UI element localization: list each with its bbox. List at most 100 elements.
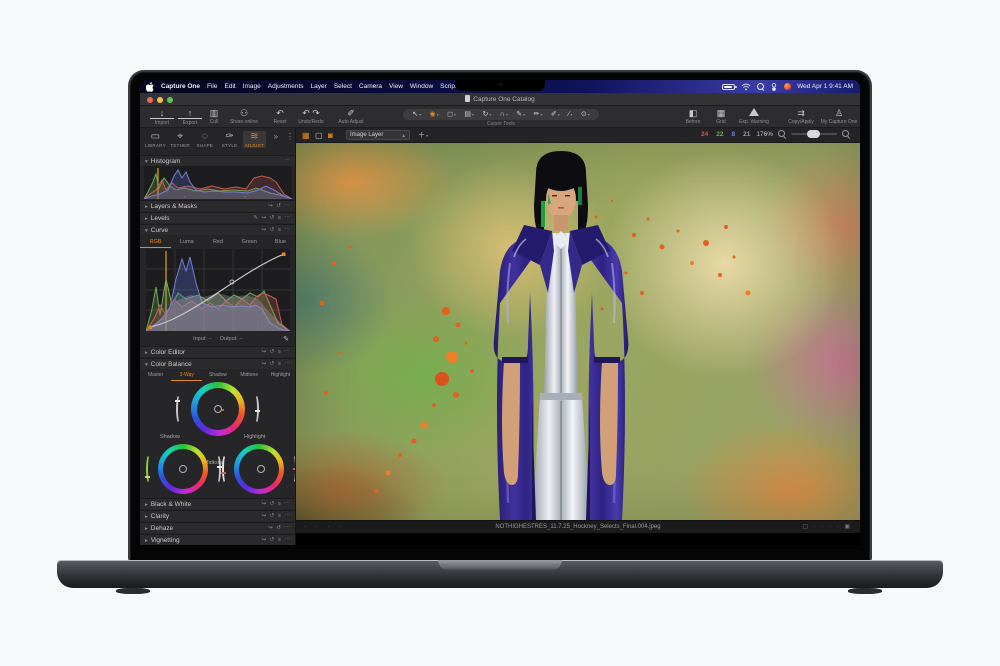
curve-tab-red[interactable]: Red [202,236,233,248]
midtone-color-wheel[interactable] [191,382,245,436]
dehaze-tools[interactable]: ↪ ↺ ⋯ [268,523,291,534]
my-capture-one-button[interactable]: ♙ My Capture One [818,108,860,125]
more-tabs-chevron[interactable]: » [268,131,284,143]
cull-button[interactable]: ▥ Cull [204,108,224,125]
menu-file[interactable]: File [207,80,217,93]
layer-selector[interactable]: Image Layer▲▼ [346,130,410,140]
cb-tab-master[interactable]: Master [140,370,171,381]
shadow-saturation-slider[interactable] [146,454,153,484]
menu-adjustments[interactable]: Adjustments [268,80,304,93]
before-toggle[interactable]: ◧ Before [678,108,708,125]
cb-tab-highlight[interactable]: Highlight [265,370,296,381]
filmstrip-nav-icons[interactable]: · · · · [304,521,345,534]
menu-layer[interactable]: Layer [311,80,327,93]
section-histogram[interactable]: ▾Histogram ⋯ [140,155,296,166]
keystone-tool[interactable]: ∩▾ [500,109,508,120]
menu-edit[interactable]: Edit [225,80,236,93]
curve-tab-blue[interactable]: Blue [265,236,296,248]
clarity-tools[interactable]: ↪ ↺ ≡ ⋯ [261,511,291,522]
section-layers-masks[interactable]: ▸Layers & Masks ↪ ↺ ⋯ [140,200,296,211]
pan-tool[interactable]: ◉▾ [430,109,439,120]
undo-redo-button[interactable]: ↶ ↷ Undo/Redo [294,108,328,125]
section-levels[interactable]: ▸Levels ✎ ↪ ↺ ≡ ⋯ [140,212,296,223]
menu-select[interactable]: Select [334,80,352,93]
layers-tools[interactable]: ↪ ↺ ⋯ [268,201,291,212]
menu-clock[interactable]: Wed Apr 1 9:41 AM [797,80,853,93]
curve-tab-green[interactable]: Green [234,236,265,248]
midtone-saturation-slider[interactable] [176,394,183,424]
section-color-editor[interactable]: ▸Color Editor ↪ ↺ ≡ ⋯ [140,346,296,357]
menu-camera[interactable]: Camera [359,80,382,93]
curve-tab-rgb[interactable]: RGB [140,236,171,248]
menu-window[interactable]: Window [410,80,433,93]
vignetting-tools[interactable]: ↪ ↺ ≡ ⋯ [261,535,291,545]
add-layer-button[interactable]: ＋ ▾ [418,131,428,140]
image-viewer[interactable] [296,143,860,520]
rotate-tool[interactable]: ↻▾ [482,109,491,120]
close-button[interactable] [147,97,153,103]
proof-view-icon[interactable]: ◙ [328,131,333,140]
grid-toggle[interactable]: ▦ Grid [710,108,732,125]
tab-style[interactable]: ✑ STYLE [218,131,241,148]
curve-picker-icon[interactable]: ✎ [283,334,289,346]
battery-icon[interactable] [722,84,735,90]
bw-tools[interactable]: ↪ ↺ ≡ ⋯ [261,499,291,510]
thumbnail-size-icons[interactable]: ▢ · · · · ▣ [802,521,852,534]
export-button[interactable]: ↑ Export [178,108,202,126]
spot-tool[interactable]: ✎▾ [516,109,525,120]
tab-tether[interactable]: ⌖ TETHER [169,131,192,148]
color-editor-tools[interactable]: ↪ ↺ ≡ ⋯ [261,347,291,358]
curve-tab-luma[interactable]: Luma [171,236,202,248]
highlight-saturation-slider[interactable] [222,454,229,484]
tab-library[interactable]: ▭ LIBRARY [144,131,167,148]
menu-app-name[interactable]: Capture One [161,80,200,93]
minimize-button[interactable] [157,97,163,103]
control-center-icon[interactable] [770,83,778,91]
menu-image[interactable]: Image [243,80,261,93]
wifi-icon[interactable] [741,83,751,91]
siri-icon[interactable] [784,83,791,90]
tab-overflow-menu[interactable]: ⋮ [286,131,294,143]
tab-shape[interactable]: ◌ SHAPE [193,131,216,148]
clone-tool[interactable]: ⊙▾ [581,109,590,120]
zoom-level[interactable]: 176% [756,131,773,138]
crop-tool[interactable]: ▤▾ [464,109,474,120]
pointer-tool[interactable]: ↖▾ [412,109,421,120]
curve-tools[interactable]: ↪ ↺ ≡ ⋯ [261,225,291,236]
single-view-icon[interactable]: ▢ [315,131,323,140]
search-icon[interactable] [757,83,764,90]
zoom-slider[interactable] [791,133,837,135]
midtone-lightness-slider[interactable] [252,394,259,424]
section-color-balance[interactable]: ▾Color Balance ↪ ↺ ≡ ⋯ [140,358,296,369]
menu-view[interactable]: View [389,80,403,93]
heal-tool[interactable]: ∕▾ [568,109,572,120]
cb-tab-shadow[interactable]: Shadow [202,370,233,381]
shadow-lightness-slider[interactable] [214,454,221,484]
draw-mask-tool[interactable]: ✏▾ [534,109,543,120]
shadow-color-wheel[interactable] [158,444,208,494]
zoom-out-icon[interactable] [778,130,786,138]
section-clarity[interactable]: ▸Clarity ↪ ↺ ≡ ⋯ [140,510,296,521]
erase-mask-tool[interactable]: ✐▾ [551,109,560,120]
zoom-in-icon[interactable] [842,130,850,138]
color-balance-tools[interactable]: ↪ ↺ ≡ ⋯ [261,359,291,370]
cb-tab-midtone[interactable]: Midtone [234,370,265,381]
levels-tools[interactable]: ✎ ↪ ↺ ≡ ⋯ [253,213,291,224]
section-vignetting[interactable]: ▸Vignetting ↪ ↺ ≡ ⋯ [140,534,296,545]
reset-button[interactable]: ↶ Reset [268,108,292,125]
exposure-warning-toggle[interactable]: Exp. Warning [734,108,774,125]
highlight-color-wheel[interactable] [234,444,284,494]
zoom-window-button[interactable] [167,97,173,103]
copy-apply-button[interactable]: ⇉ Copy/Apply [782,108,820,125]
section-curve[interactable]: ▾Curve ↪ ↺ ≡ ⋯ [140,224,296,235]
section-dehaze[interactable]: ▸Dehaze ↪ ↺ ⋯ [140,522,296,533]
import-button[interactable]: ↓ Import [150,108,174,126]
auto-adjust-button[interactable]: ✐ Auto Adjust [332,108,370,125]
apple-menu-icon[interactable] [146,82,154,92]
share-online-button[interactable]: ⚇ Share online [226,108,262,125]
multi-view-icon[interactable]: ▦ [302,131,310,140]
curve-plot[interactable] [146,249,290,331]
cb-tab-3way[interactable]: 3-Way [171,370,202,381]
loupe-tool[interactable]: ◻▾ [447,109,456,120]
section-black-white[interactable]: ▸Black & White ↪ ↺ ≡ ⋯ [140,498,296,509]
